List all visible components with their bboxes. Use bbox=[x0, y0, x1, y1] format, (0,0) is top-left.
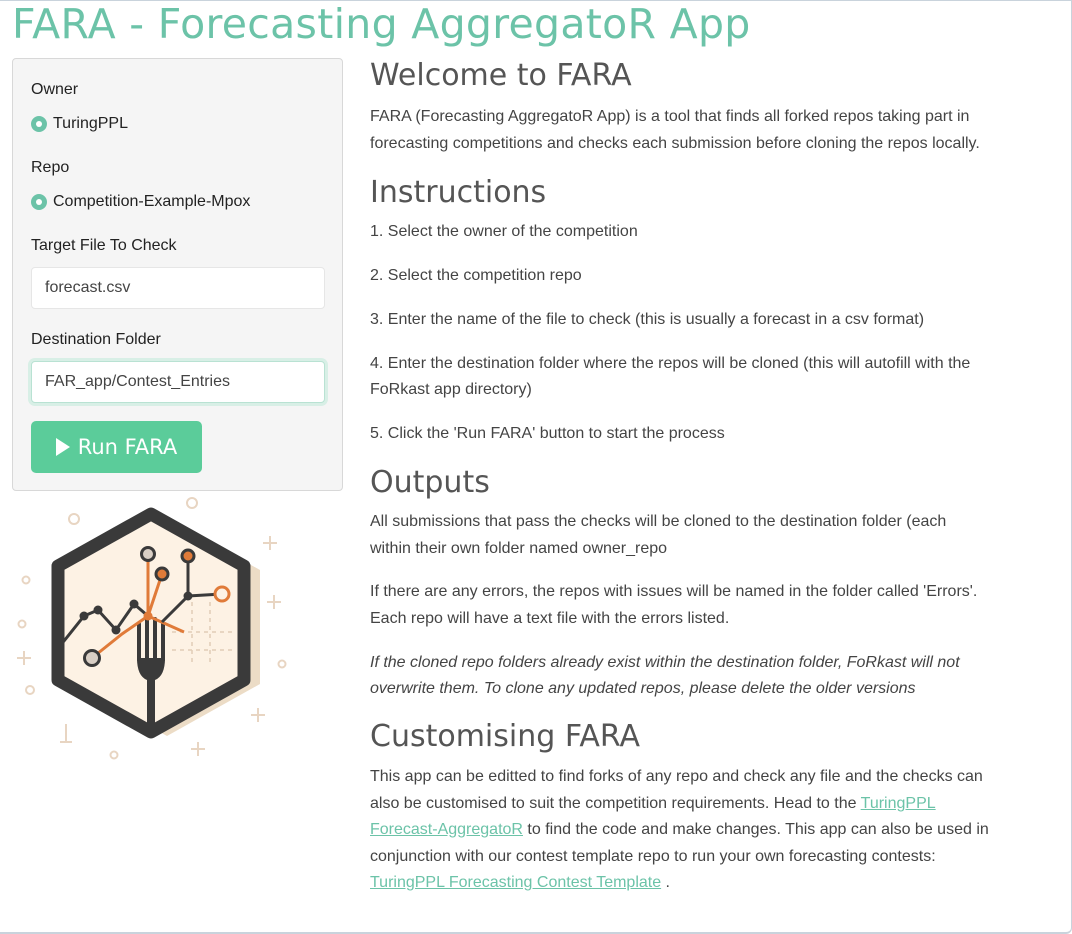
instruction-step-1: 1. Select the owner of the competition bbox=[370, 223, 638, 240]
customising-line-2: also be customised to suit the competiti… bbox=[370, 791, 936, 818]
instruction-step-4-line-1: 4. Enter the destination folder where th… bbox=[370, 355, 971, 372]
instruction-step-5: 5. Click the 'Run FARA' button to start … bbox=[370, 425, 725, 442]
repo-label: Repo bbox=[31, 159, 70, 176]
outputs-note-line-2: overwrite them. To clone any updated rep… bbox=[370, 680, 916, 697]
customising-line-4: conjunction with our contest template re… bbox=[370, 848, 936, 865]
owner-option-label: TuringPPL bbox=[53, 115, 128, 132]
customising-line-1: This app can be editted to find forks of… bbox=[370, 768, 983, 785]
customising-line-5-end: . bbox=[661, 874, 670, 891]
instruction-step-4-line-2: FoRkast app directory) bbox=[370, 381, 532, 398]
outputs-paragraph-2-line-1: If there are any errors, the repos with … bbox=[370, 583, 978, 600]
owner-label: Owner bbox=[31, 81, 79, 98]
app-title: FARA - Forecasting AggregatoR App bbox=[12, 0, 751, 48]
instruction-step-3: 3. Enter the name of the file to check (… bbox=[370, 311, 925, 328]
forecast-aggregator-link-part-2[interactable]: Forecast-AggregatoR bbox=[370, 821, 523, 838]
repo-option-label: Competition-Example-Mpox bbox=[53, 193, 251, 210]
target-file-label: Target File To Check bbox=[31, 237, 177, 254]
intro-line-2: forecasting competitions and checks each… bbox=[370, 135, 980, 152]
outputs-paragraph-1-line-1: All submissions that pass the checks wil… bbox=[370, 513, 947, 530]
destination-folder-input[interactable] bbox=[31, 361, 325, 403]
radio-selected-icon[interactable] bbox=[31, 116, 47, 132]
fara-logo-icon bbox=[12, 492, 290, 770]
customising-line-2-text: also be customised to suit the competiti… bbox=[370, 795, 861, 812]
repo-radio-option[interactable]: Competition-Example-Mpox bbox=[31, 193, 250, 211]
outputs-paragraph-1-line-2: within their own folder named owner_repo bbox=[370, 540, 668, 557]
customising-line-3: Forecast-AggregatoR to find the code and… bbox=[370, 817, 989, 844]
target-file-input[interactable] bbox=[31, 267, 325, 309]
owner-radio-option[interactable]: TuringPPL bbox=[31, 115, 128, 133]
instructions-heading: Instructions bbox=[370, 175, 547, 210]
outputs-note-line-1: If the cloned repo folders already exist… bbox=[370, 654, 960, 671]
destination-folder-label: Destination Folder bbox=[31, 331, 161, 348]
customising-heading: Customising FARA bbox=[370, 719, 640, 754]
outputs-heading: Outputs bbox=[370, 465, 490, 500]
customising-line-5: TuringPPL Forecasting Contest Template . bbox=[370, 870, 670, 897]
welcome-heading: Welcome to FARA bbox=[370, 58, 632, 93]
run-fara-label: Run FARA bbox=[77, 435, 178, 459]
run-fara-button[interactable]: Run FARA bbox=[31, 421, 202, 473]
play-icon bbox=[55, 438, 70, 456]
instruction-step-2: 2. Select the competition repo bbox=[370, 267, 582, 284]
contest-template-link[interactable]: TuringPPL Forecasting Contest Template bbox=[370, 874, 661, 891]
customising-line-3-text: to find the code and make changes. This … bbox=[522, 821, 989, 838]
forecast-aggregator-link-part-1[interactable]: TuringPPL bbox=[861, 795, 936, 812]
radio-selected-icon[interactable] bbox=[31, 194, 47, 210]
sidebar-panel: Owner TuringPPL Repo Competition-Example… bbox=[12, 58, 343, 491]
outputs-paragraph-2-line-2: Each repo will have a text file with the… bbox=[370, 610, 730, 627]
intro-line-1: FARA (Forecasting AggregatoR App) is a t… bbox=[370, 108, 970, 125]
